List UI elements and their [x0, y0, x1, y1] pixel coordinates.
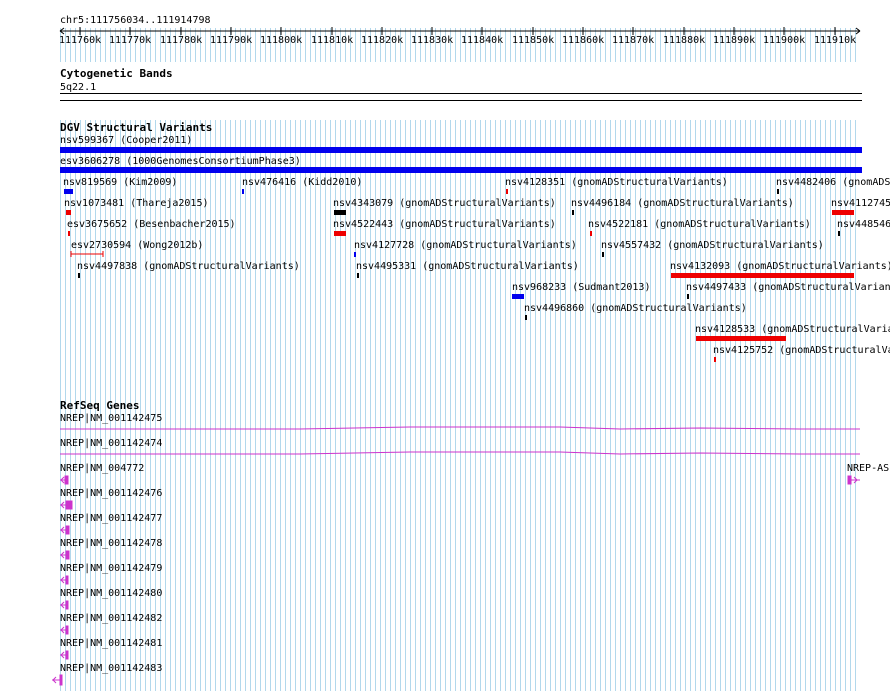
dgv-feature-bar[interactable]	[506, 189, 508, 194]
ruler-tick-label: 111900k	[763, 35, 806, 46]
coordinate-ruler[interactable]	[0, 0, 890, 60]
dgv-feature-bar[interactable]	[525, 315, 527, 320]
dgv-feature-bar[interactable]	[777, 189, 779, 194]
dgv-label[interactable]: nsv4496860 (gnomADStructuralVariants)	[524, 303, 747, 314]
dgv-label[interactable]: nsv4128533 (gnomADStructuralVaria	[695, 324, 890, 335]
dgv-feature-bar[interactable]	[66, 210, 71, 215]
gene-label[interactable]: NREP|NM_001142479	[60, 563, 162, 574]
gene-label[interactable]: NREP|NM_001142475	[60, 413, 162, 424]
ruler-tick-label: 111830k	[411, 35, 454, 46]
dgv-label[interactable]: nsv4112745	[831, 198, 890, 209]
gene-label[interactable]: NREP|NM_001142477	[60, 513, 162, 524]
gene-label[interactable]: NREP|NM_001142474	[60, 438, 162, 449]
ruler-tick-label: 111850k	[512, 35, 555, 46]
ruler-tick-label: 111860k	[562, 35, 605, 46]
gene-label[interactable]: NREP|NM_001142481	[60, 638, 162, 649]
ruler-tick-label: 111790k	[210, 35, 253, 46]
dgv-label[interactable]: nsv448546	[837, 219, 890, 230]
refseq-track-title: RefSeq Genes	[60, 399, 140, 412]
ruler-tick-label: 111910k	[814, 35, 857, 46]
gene-label[interactable]: NREP|NM_001142478	[60, 538, 162, 549]
ruler-tick-label: 111880k	[663, 35, 706, 46]
dgv-feature-bar[interactable]	[357, 273, 359, 278]
dgv-label[interactable]: nsv1073481 (Thareja2015)	[64, 198, 209, 209]
dgv-track-title: DGV Structural Variants	[60, 121, 213, 134]
dgv-label[interactable]: nsv819569 (Kim2009)	[63, 177, 177, 188]
gene-label[interactable]: NREP|NM_001142480	[60, 588, 162, 599]
dgv-label[interactable]: nsv4496184 (gnomADStructuralVariants)	[571, 198, 794, 209]
dgv-feature-bar[interactable]	[60, 167, 862, 173]
grid-gap	[60, 62, 862, 120]
dgv-feature-bar[interactable]	[687, 294, 689, 299]
dgv-label[interactable]: nsv4132093 (gnomADStructuralVariants)	[670, 261, 890, 272]
dgv-feature-bar[interactable]	[334, 231, 346, 236]
dgv-label[interactable]: nsv968233 (Sudmant2013)	[512, 282, 650, 293]
dgv-label[interactable]: nsv4557432 (gnomADStructuralVariants)	[601, 240, 824, 251]
gene-label[interactable]: NREP|NM_001142476	[60, 488, 162, 499]
gene-label[interactable]: NREP|NM_001142483	[60, 663, 162, 674]
ruler-tick-label: 111870k	[612, 35, 655, 46]
gene-label[interactable]: NREP|NM_004772	[60, 463, 144, 474]
dgv-feature-interval[interactable]	[70, 250, 104, 258]
dgv-label[interactable]: nsv4482406 (gnomADS	[776, 177, 890, 188]
dgv-feature-bar[interactable]	[671, 273, 854, 278]
dgv-label[interactable]: nsv599367 (Cooper2011)	[60, 135, 192, 146]
dgv-label[interactable]: nsv4127728 (gnomADStructuralVariants)	[354, 240, 577, 251]
dgv-feature-bar[interactable]	[512, 294, 524, 299]
dgv-feature-bar[interactable]	[602, 252, 604, 257]
dgv-label[interactable]: nsv4125752 (gnomADStructuralVa	[713, 345, 890, 356]
cytoband-line-bottom	[60, 100, 862, 101]
dgv-label[interactable]: nsv4522181 (gnomADStructuralVariants)	[588, 219, 811, 230]
dgv-feature-bar[interactable]	[838, 231, 840, 236]
ruler-tick-label: 111820k	[361, 35, 404, 46]
ruler-tick-label: 111770k	[109, 35, 152, 46]
dgv-feature-bar[interactable]	[60, 147, 862, 153]
dgv-label[interactable]: nsv4522443 (gnomADStructuralVariants)	[333, 219, 556, 230]
dgv-feature-bar[interactable]	[696, 336, 786, 341]
ruler-tick-label: 111760k	[59, 35, 102, 46]
dgv-label[interactable]: nsv476416 (Kidd2010)	[242, 177, 362, 188]
dgv-feature-bar[interactable]	[242, 189, 244, 194]
dgv-feature-bar[interactable]	[590, 231, 592, 236]
ruler-tick-label: 111810k	[311, 35, 354, 46]
dgv-feature-bar[interactable]	[64, 189, 73, 194]
ruler-tick-label: 111890k	[713, 35, 756, 46]
dgv-feature-bar[interactable]	[78, 273, 80, 278]
cytoband-label[interactable]: 5q22.1	[60, 82, 96, 93]
gene-label[interactable]: NREP|NM_001142482	[60, 613, 162, 624]
dgv-label[interactable]: nsv4128351 (gnomADStructuralVariants)	[505, 177, 728, 188]
dgv-feature-bar[interactable]	[714, 357, 716, 362]
gene-label[interactable]: NREP-AS	[847, 463, 889, 474]
dgv-label[interactable]: esv3675652 (Besenbacher2015)	[67, 219, 236, 230]
dgv-label[interactable]: nsv4497838 (gnomADStructuralVariants)	[77, 261, 300, 272]
dgv-label[interactable]: esv3606278 (1000GenomesConsortiumPhase3)	[60, 156, 301, 167]
ruler-tick-label: 111840k	[461, 35, 504, 46]
dgv-label[interactable]: nsv4343079 (gnomADStructuralVariants)	[333, 198, 556, 209]
dgv-label[interactable]: nsv4495331 (gnomADStructuralVariants)	[356, 261, 579, 272]
dgv-label[interactable]: esv2730594 (Wong2012b)	[71, 240, 203, 251]
ruler-tick-label: 111780k	[160, 35, 203, 46]
dgv-feature-bar[interactable]	[334, 210, 346, 215]
dgv-label[interactable]: nsv4497433 (gnomADStructuralVarian	[686, 282, 890, 293]
cytoband-track-title: Cytogenetic Bands	[60, 67, 173, 80]
dgv-feature-bar[interactable]	[68, 231, 70, 236]
position-label: chr5:111756034..111914798	[60, 15, 211, 26]
dgv-feature-bar[interactable]	[832, 210, 854, 215]
cytoband-line-top	[60, 93, 862, 94]
dgv-feature-bar[interactable]	[354, 252, 356, 257]
ruler-tick-label: 111800k	[260, 35, 303, 46]
dgv-feature-bar[interactable]	[572, 210, 574, 215]
